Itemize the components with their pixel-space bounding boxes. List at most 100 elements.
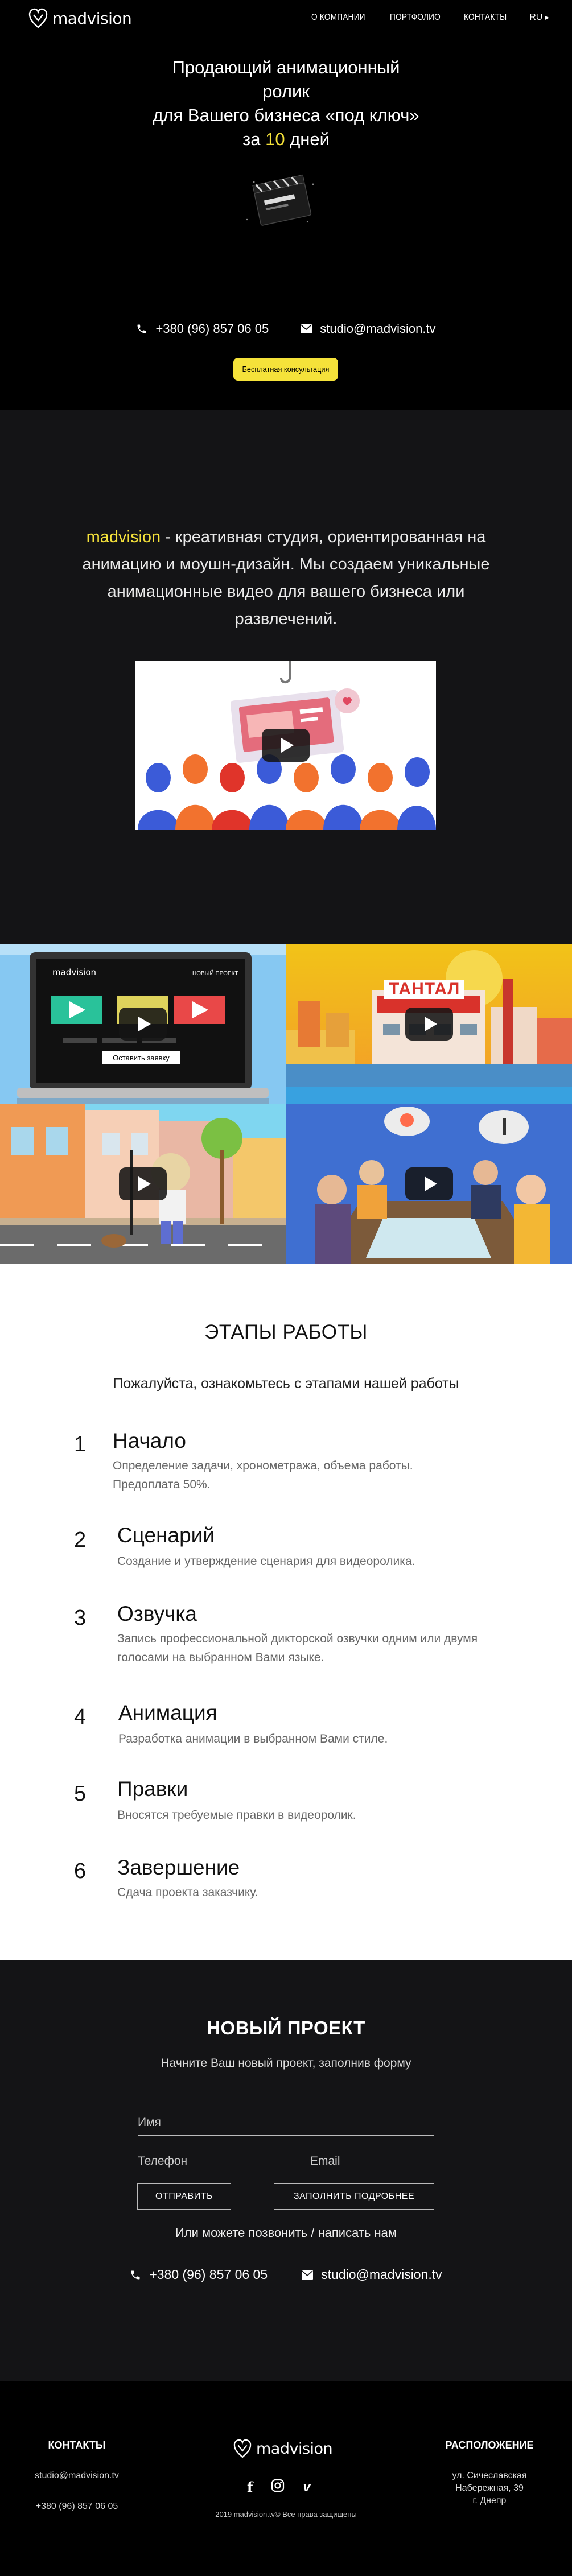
- about-section: madvision - креативная студия, ориентиро…: [0, 410, 572, 944]
- stage-description: Сдача проекта заказчику.: [117, 1886, 258, 1899]
- footer-email[interactable]: studio@madvision.tv: [20, 2470, 134, 2482]
- nav-about[interactable]: О КОМПАНИИ: [311, 13, 365, 23]
- name-placeholder: Имя: [138, 2116, 161, 2129]
- phone-placeholder: Телефон: [138, 2154, 188, 2168]
- tile1-brand: madvision: [52, 967, 97, 977]
- facebook-icon[interactable]: f: [247, 2479, 253, 2495]
- stage-description: Создание и утверждение сценария для виде…: [117, 1555, 415, 1568]
- logo[interactable]: madvision: [28, 7, 132, 30]
- copyright: 2019 madvision.tv© Все права защищены: [215, 2510, 357, 2519]
- nav-portfolio[interactable]: ПОРТФОЛИО: [390, 13, 441, 23]
- free-consultation-button[interactable]: Бесплатная консультация: [233, 358, 338, 381]
- portfolio-tile-tantal[interactable]: ТАНТАЛ: [286, 944, 572, 1104]
- tile1-label: НОВЫЙ ПРОЕКТ: [192, 971, 238, 977]
- language-label: RU: [529, 13, 543, 22]
- about-video-play-button[interactable]: [262, 729, 310, 762]
- project-phone: +380 (96) 857 06 05: [149, 2267, 268, 2282]
- fill-details-button[interactable]: ЗАПОЛНИТЬ ПОДРОБНЕЕ: [274, 2183, 434, 2210]
- tile3-play-button[interactable]: [119, 1167, 167, 1200]
- hero-title-suffix: дней: [290, 129, 330, 149]
- top-navbar: madvision О КОМПАНИИ ПОРТФОЛИО КОНТАКТЫ …: [0, 0, 572, 40]
- portfolio-tile-meeting[interactable]: [286, 1104, 572, 1264]
- free-consultation-label: Бесплатная консультация: [242, 364, 330, 374]
- footer-address: ул. Сичеславская Набережная, 39 г. Днепр: [433, 2470, 546, 2507]
- about-text: madvision - креативная студия, ориентиро…: [63, 523, 509, 633]
- logo-text: madvision: [52, 9, 132, 28]
- envelope-icon: [301, 324, 312, 333]
- fill-details-label: ЗАПОЛНИТЬ ПОДРОБНЕЕ: [293, 2191, 415, 2201]
- about-brand: madvision: [86, 528, 161, 546]
- stages-title: ЭТАПЫ РАБОТЫ: [204, 1321, 368, 1343]
- footer-logo-text: madvision: [256, 2439, 333, 2458]
- caret-right-icon: ▶: [545, 14, 549, 21]
- hero-phone-link[interactable]: +380 (96) 857 06 05: [136, 321, 269, 336]
- vimeo-icon[interactable]: v: [303, 2479, 310, 2495]
- hero-title-line3: для Вашего бизнеса «под ключ»: [153, 105, 419, 125]
- stage-number: 5: [74, 1782, 87, 1806]
- hero-title-line2: ролик: [262, 81, 310, 101]
- hero-contacts: +380 (96) 857 06 05 studio@madvision.tv: [0, 321, 572, 336]
- stage-title: Правки: [117, 1777, 188, 1801]
- stage-title: Начало: [113, 1429, 186, 1452]
- social-links: f v: [247, 2479, 311, 2495]
- stage-number: 4: [74, 1705, 87, 1729]
- hero-phone: +380 (96) 857 06 05: [155, 321, 269, 336]
- portfolio-tile-laptop[interactable]: madvision НОВЫЙ ПРОЕКТ Оставить заявку: [0, 944, 286, 1104]
- stage-title: Анимация: [118, 1701, 217, 1724]
- stage-description: Вносятся требуемые правки в видеоролик.: [117, 1809, 356, 1822]
- footer-contacts-title: КОНТАКТЫ: [48, 2439, 106, 2451]
- nav-contacts[interactable]: КОНТАКТЫ: [464, 13, 507, 23]
- footer: КОНТАКТЫ studio@madvision.tv +380 (96) 8…: [0, 2381, 572, 2576]
- phone-field[interactable]: Телефон: [138, 2154, 260, 2174]
- project-contacts: +380 (96) 857 06 05 studio@madvision.tv: [0, 2267, 572, 2282]
- address-line1: ул. Сичеславская: [452, 2471, 527, 2480]
- stage-description: Определение задачи, хронометража, объема…: [113, 1459, 413, 1491]
- contact-alt-text: Или можете позвонить / написать нам: [175, 2226, 397, 2240]
- new-project-section: НОВЫЙ ПРОЕКТ Начните Ваш новый проект, з…: [0, 1960, 572, 2381]
- hero-title-number: 10: [265, 129, 285, 149]
- stage-number: 6: [74, 1859, 87, 1883]
- hero-section: madvision О КОМПАНИИ ПОРТФОЛИО КОНТАКТЫ …: [0, 0, 572, 410]
- logo-heart-icon: [28, 8, 48, 28]
- email-placeholder: Email: [310, 2154, 340, 2168]
- hero-title-line1: Продающий анимационный: [172, 57, 400, 77]
- name-field[interactable]: Имя: [138, 2116, 434, 2136]
- phone-icon: [131, 2270, 140, 2279]
- footer-location-title: РАСПОЛОЖЕНИЕ: [445, 2439, 534, 2451]
- new-project-title: НОВЫЙ ПРОЕКТ: [207, 2017, 365, 2038]
- language-selector[interactable]: RU ▶: [529, 13, 549, 23]
- hero-email-link[interactable]: studio@madvision.tv: [301, 321, 436, 336]
- portfolio-tile-street[interactable]: [0, 1104, 286, 1264]
- tile1-order-button: Оставить заявку: [102, 1051, 180, 1064]
- stage-title: Сценарий: [117, 1524, 215, 1547]
- portfolio-grid: madvision НОВЫЙ ПРОЕКТ Оставить заявку Т…: [0, 944, 572, 1264]
- stage-number: 2: [74, 1528, 87, 1552]
- send-button[interactable]: ОТПРАВИТЬ: [137, 2183, 231, 2210]
- phone-icon: [137, 324, 146, 333]
- hero-clapperboard-illustration: [246, 174, 314, 226]
- footer-logo[interactable]: madvision: [233, 2438, 333, 2459]
- envelope-icon: [302, 2270, 314, 2280]
- hero-email: studio@madvision.tv: [320, 321, 436, 336]
- tile1-play-button[interactable]: [119, 1008, 167, 1041]
- stage-title: Озвучка: [117, 1602, 197, 1625]
- project-phone-link[interactable]: +380 (96) 857 06 05: [130, 2267, 268, 2282]
- new-project-subtitle: Начните Ваш новый проект, заполнив форму: [161, 2057, 411, 2070]
- stage-number: 3: [74, 1606, 87, 1630]
- project-email-link[interactable]: studio@madvision.tv: [302, 2267, 442, 2282]
- project-email: studio@madvision.tv: [321, 2267, 442, 2282]
- stage-number: 1: [74, 1433, 87, 1456]
- logo-heart-icon: [233, 2439, 252, 2458]
- stages-subtitle: Пожалуйста, ознакомьтесь с этапами нашей…: [113, 1376, 459, 1392]
- tile4-play-button[interactable]: [405, 1167, 453, 1200]
- hero-title-prefix: за: [242, 129, 261, 149]
- email-field[interactable]: Email: [310, 2154, 434, 2174]
- about-video[interactable]: [135, 661, 436, 830]
- tile2-sign: ТАНТАЛ: [384, 980, 465, 999]
- stages-section: ЭТАПЫ РАБОТЫ Пожалуйста, ознакомьтесь с …: [0, 1264, 572, 1960]
- address-line3: г. Днепр: [472, 2496, 507, 2505]
- address-line2: Набережная, 39: [455, 2483, 524, 2493]
- instagram-icon[interactable]: [271, 2479, 285, 2495]
- stage-description: Разработка анимации в выбранном Вами сти…: [118, 1732, 388, 1745]
- tile2-play-button[interactable]: [405, 1008, 453, 1041]
